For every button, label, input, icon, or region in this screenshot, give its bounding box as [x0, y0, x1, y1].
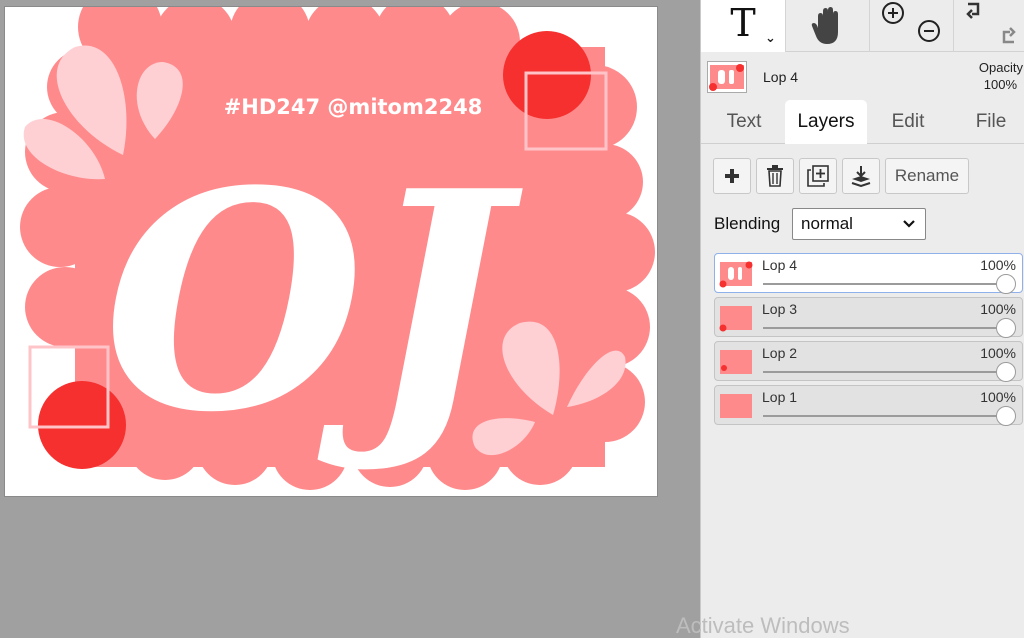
layer-opacity-handle[interactable] [996, 318, 1016, 338]
current-layer-bar: Lop 4 Opacity 100% [701, 53, 1024, 99]
layer-name: Lop 3 [762, 301, 798, 317]
layer-thumbnail [719, 261, 753, 288]
canvas-handle-text: #HD247 @mitom2248 [224, 95, 483, 119]
activation-watermark: Activate Windows [676, 613, 850, 638]
layer-item-lop-3[interactable]: Lop 3 100% [714, 297, 1023, 338]
merge-down-icon [851, 166, 871, 187]
side-panel: T ⌄ Lop 4 Opacity 100% Text Layers Edit … [700, 0, 1024, 638]
current-layer-thumbnail[interactable] [707, 61, 747, 93]
merge-down-button[interactable] [842, 158, 880, 194]
layer-name: Lop 2 [762, 345, 798, 361]
tool-bar: T ⌄ [701, 0, 1024, 52]
tab-text[interactable]: Text [709, 100, 779, 144]
zoom-in-icon[interactable] [878, 0, 908, 28]
current-layer-name: Lop 4 [763, 69, 799, 85]
layer-opacity-handle[interactable] [996, 406, 1016, 426]
blending-label: Blending [714, 214, 781, 233]
chevron-down-icon [903, 220, 915, 228]
chevron-down-icon[interactable]: ⌄ [765, 30, 776, 46]
add-layer-button[interactable] [713, 158, 751, 194]
tab-layers[interactable]: Layers [785, 100, 867, 144]
tab-edit[interactable]: Edit [873, 100, 943, 144]
tab-file[interactable]: File [959, 100, 1023, 144]
layer-opacity-slider[interactable] [763, 371, 999, 373]
layer-opacity: 100% [980, 301, 1016, 317]
zoom-tool-button[interactable] [869, 0, 953, 52]
layer-opacity: 100% [980, 389, 1016, 405]
canvas-workspace[interactable]: #HD247 @mitom2248 OJ [0, 0, 700, 638]
accent-circle-top-right [503, 31, 591, 119]
layer-opacity-handle[interactable] [996, 274, 1016, 294]
opacity-label: Opacity [978, 60, 1023, 75]
text-tool-icon: T [730, 1, 756, 45]
trash-icon [767, 165, 783, 187]
redo-icon[interactable] [994, 20, 1020, 46]
duplicate-layer-button[interactable] [799, 158, 837, 194]
layer-name: Lop 4 [762, 257, 798, 273]
undo-icon[interactable] [962, 0, 988, 26]
layer-opacity-slider[interactable] [763, 283, 999, 285]
plus-icon [725, 169, 739, 183]
layer-opacity-handle[interactable] [996, 362, 1016, 382]
layer-opacity-slider[interactable] [763, 415, 999, 417]
canvas-logo-text: OJ [103, 125, 524, 478]
layer-thumbnail [720, 394, 752, 418]
layer-opacity-slider[interactable] [763, 327, 999, 329]
layer-opacity: 100% [980, 257, 1016, 273]
opacity-value[interactable]: 100% [984, 77, 1017, 92]
canvas-artwork: #HD247 @mitom2248 OJ [20, 7, 655, 490]
layer-item-lop-2[interactable]: Lop 2 100% [714, 341, 1023, 382]
history-tool-group [953, 0, 1024, 52]
delete-layer-button[interactable] [756, 158, 794, 194]
duplicate-icon [807, 165, 829, 187]
hand-icon [811, 7, 838, 44]
blending-select[interactable]: normal [792, 208, 926, 240]
layer-thumbnail [719, 306, 752, 332]
hand-tool-button[interactable] [785, 0, 869, 52]
zoom-out-icon[interactable] [914, 16, 944, 46]
layer-item-lop-1[interactable]: Lop 1 100% [714, 385, 1023, 426]
layer-item-lop-4[interactable]: Lop 4 100% [714, 253, 1023, 294]
layer-opacity: 100% [980, 345, 1016, 361]
image-canvas[interactable]: #HD247 @mitom2248 OJ [4, 6, 658, 497]
panel-tabs: Text Layers Edit File [701, 100, 1024, 144]
rename-layer-button[interactable]: Rename [885, 158, 969, 194]
layer-thumbnail [720, 350, 752, 374]
layer-name: Lop 1 [762, 389, 798, 405]
blending-value: normal [801, 214, 853, 233]
text-tool-button[interactable]: T ⌄ [701, 0, 785, 52]
